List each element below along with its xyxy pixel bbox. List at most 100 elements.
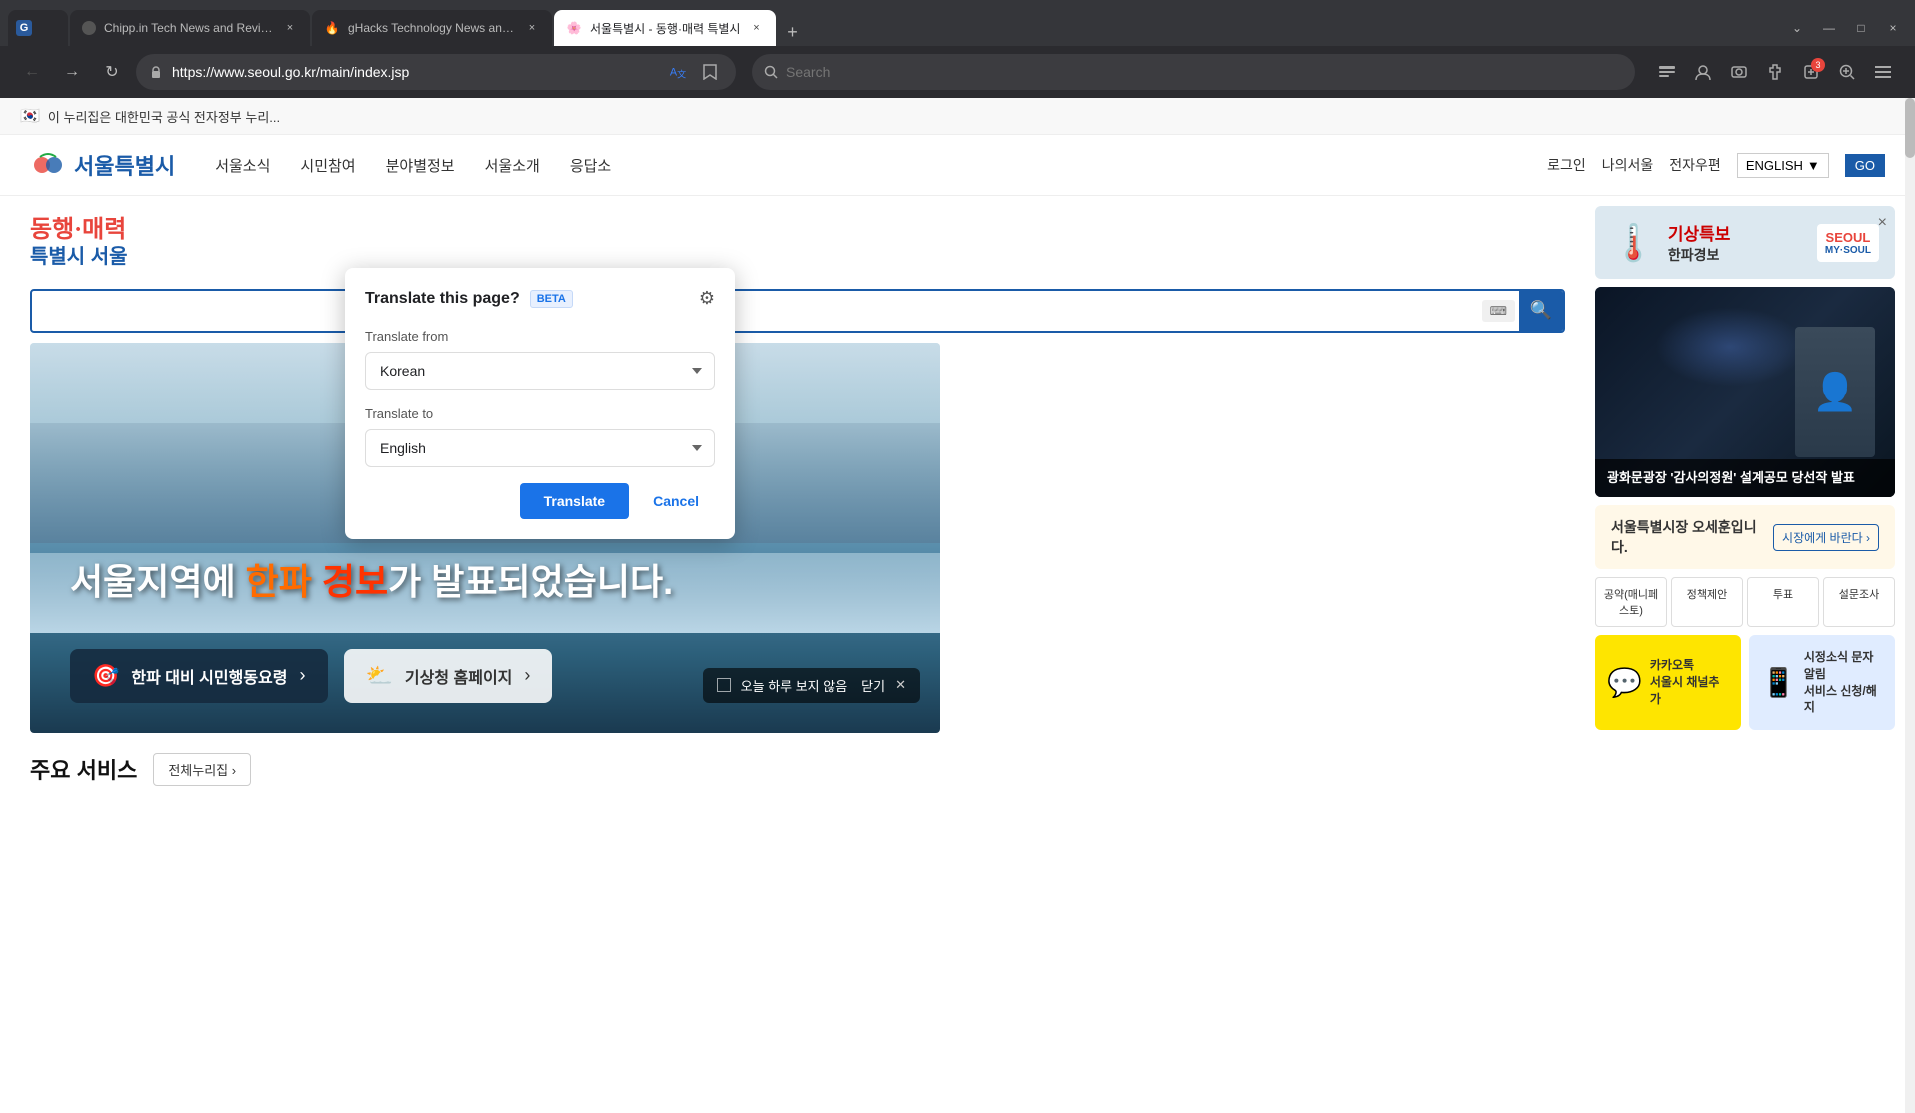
weather-subtitle: 한파경보 xyxy=(1668,245,1731,265)
tab-controls: ⌄ — □ × xyxy=(1783,14,1907,46)
back-button[interactable]: ← xyxy=(16,56,48,88)
browser-chrome: G Chipp.in Tech News and Review... × 🔥 g… xyxy=(0,0,1915,98)
translate-popup: Translate this page? BETA ⚙ Translate fr… xyxy=(345,268,735,539)
extensions-icon[interactable] xyxy=(1759,56,1791,88)
forward-button[interactable]: → xyxy=(56,56,88,88)
main-layout: 동행·매력 특별시 서울 ⌨ 🔍 xyxy=(0,196,1915,1096)
section-link[interactable]: 전체누리집 › xyxy=(153,753,251,786)
login-btn[interactable]: 로그인 xyxy=(1547,155,1586,175)
tab-close-ghacks2[interactable]: × xyxy=(524,20,540,36)
close-checkbox[interactable] xyxy=(717,678,731,692)
tab-favicon-seoul: 🌸 xyxy=(566,20,582,36)
mayor-link[interactable]: 시장에게 바란다 › xyxy=(1773,524,1879,551)
go-button[interactable]: GO xyxy=(1845,154,1885,177)
hero-buttons: 🎯 한파 대비 시민행동요령 › ⛅ 기상청 홈페이지 › xyxy=(70,649,552,703)
tab-list-button[interactable]: ⌄ xyxy=(1783,14,1811,42)
seoul-logo-icon xyxy=(30,147,66,183)
hero-text-highlight2: 경보 xyxy=(322,561,388,602)
section-link-label: 전체누리집 › xyxy=(168,760,236,779)
hero-close-btn[interactable]: 닫기 xyxy=(861,676,885,695)
translate-button[interactable]: Translate xyxy=(520,483,629,519)
sms-text: 시정소식 문자알림 서비스 신청/해지 xyxy=(1804,649,1883,716)
kr-flag-icon: 🇰🇷 xyxy=(20,106,40,126)
to-select[interactable]: English xyxy=(365,429,715,467)
search-button[interactable]: 🔍 xyxy=(1519,291,1563,331)
translate-icon[interactable]: A 文 xyxy=(664,58,692,86)
addon-badge-icon[interactable]: 3 xyxy=(1795,56,1827,88)
hero-text-highlight1: 한파 xyxy=(246,561,312,602)
menu-icon[interactable] xyxy=(1867,56,1899,88)
close-button[interactable]: × xyxy=(1879,14,1907,42)
minimize-button[interactable]: — xyxy=(1815,14,1843,42)
page-search[interactable]: ⌨ 🔍 xyxy=(30,289,1565,333)
tab-ghacks-pinned[interactable]: G xyxy=(8,10,68,46)
cancel-button[interactable]: Cancel xyxy=(637,483,715,519)
mail-btn[interactable]: 전자우편 xyxy=(1669,155,1721,175)
beta-badge: BETA xyxy=(530,290,573,308)
hero-btn-action[interactable]: 🎯 한파 대비 시민행동요령 › xyxy=(70,649,328,703)
tab-close-chipp[interactable]: × xyxy=(282,20,298,36)
popup-title-text: Translate this page? xyxy=(365,290,520,308)
policy-btn-vote[interactable]: 투표 xyxy=(1747,577,1819,627)
maximize-button[interactable]: □ xyxy=(1847,14,1875,42)
tab-seoul[interactable]: 🌸 서울특별시 - 동행·매력 특별시 × xyxy=(554,10,776,46)
site-header: 서울특별시 서울소식 시민참여 분야별정보 서울소개 응답소 로그인 나의서울 … xyxy=(0,135,1915,196)
tab-favicon-chipp xyxy=(82,21,96,35)
policy-btn-survey[interactable]: 설문조사 xyxy=(1823,577,1895,627)
account-icon[interactable] xyxy=(1687,56,1719,88)
search-bar[interactable] xyxy=(752,54,1635,90)
hero-btn-weather[interactable]: ⛅ 기상청 홈페이지 › xyxy=(344,649,553,703)
header-right: 로그인 나의서울 전자우편 ENGLISH ▼ GO xyxy=(1547,153,1885,178)
bottom-section: 주요 서비스 전체누리집 › xyxy=(0,733,1595,822)
scrollbar[interactable] xyxy=(1905,98,1915,1113)
from-select[interactable]: Korean xyxy=(365,352,715,390)
weather-info: 기상특보 한파경보 xyxy=(1668,220,1731,265)
page-search-input[interactable] xyxy=(32,303,1478,319)
reload-button[interactable]: ↻ xyxy=(96,56,128,88)
nav-item-response[interactable]: 응답소 xyxy=(570,155,611,176)
nav-item-2[interactable]: 시민참여 xyxy=(300,155,355,176)
weather-card: × 🌡️ 기상특보 한파경보 SEOUL MY·SOUL xyxy=(1595,206,1895,279)
policy-btn-proposal[interactable]: 정책제안 xyxy=(1671,577,1743,627)
hero-btn-weather-arrow: › xyxy=(524,665,530,686)
url-bar[interactable]: https://www.seoul.go.kr/main/index.jsp A… xyxy=(136,54,736,90)
scrollbar-thumb[interactable] xyxy=(1905,98,1915,158)
url-bar-actions: A 文 xyxy=(664,58,724,86)
nav-item-news[interactable]: 서울소식 xyxy=(215,155,270,176)
lang-chevron-icon: ▼ xyxy=(1807,158,1820,173)
gear-icon[interactable]: ⚙ xyxy=(699,288,715,309)
tab-chipp[interactable]: Chipp.in Tech News and Review... × xyxy=(70,10,310,46)
bookmarks-icon[interactable] xyxy=(1651,56,1683,88)
weather-close-btn[interactable]: × xyxy=(1878,214,1887,232)
policy-btn-manifesto[interactable]: 공약(매니페스토) xyxy=(1595,577,1667,627)
kakao-card[interactable]: 💬 카카오톡 서울시 채널추가 xyxy=(1595,635,1741,730)
search-input[interactable] xyxy=(786,64,1623,80)
weather-icon: 🌡️ xyxy=(1611,222,1656,264)
hero-close-x-icon[interactable]: ✕ xyxy=(895,677,906,693)
notification-text: 이 누리집은 대한민국 공식 전자정부 누리... xyxy=(48,107,280,126)
from-select-wrapper: Korean xyxy=(365,352,715,406)
svg-text:文: 文 xyxy=(677,68,686,79)
page-content: 🇰🇷 이 누리집은 대한민국 공식 전자정부 누리... 서울특별시 서울소식 … xyxy=(0,98,1915,1113)
my-seoul-btn[interactable]: 나의서울 xyxy=(1602,155,1654,175)
nav-item-3[interactable]: 분야별정보 xyxy=(386,155,455,176)
url-text: https://www.seoul.go.kr/main/index.jsp xyxy=(172,64,656,80)
screenshot-icon[interactable] xyxy=(1723,56,1755,88)
left-content: 동행·매력 특별시 서울 ⌨ 🔍 xyxy=(0,196,1595,1096)
nav-item-4[interactable]: 서울소개 xyxy=(485,155,540,176)
sms-card[interactable]: 📱 시정소식 문자알림 서비스 신청/해지 xyxy=(1749,635,1895,730)
policy-row: 공약(매니페스토) 정책제안 투표 설문조사 xyxy=(1595,577,1895,627)
zoom-icon[interactable] xyxy=(1831,56,1863,88)
hero-text-part1: 서울지역에 xyxy=(70,561,246,602)
site-logo-text: 서울특별시 xyxy=(74,149,175,181)
keyboard-icon[interactable]: ⌨ xyxy=(1482,300,1515,322)
kakao-line2: 서울시 채널추가 xyxy=(1650,674,1729,708)
tab-ghacks2[interactable]: 🔥 gHacks Technology News and A... × xyxy=(312,10,552,46)
tab-close-seoul[interactable]: × xyxy=(748,20,764,36)
lang-select[interactable]: ENGLISH ▼ xyxy=(1737,153,1829,178)
new-tab-button[interactable]: + xyxy=(778,18,806,46)
to-label: Translate to xyxy=(365,406,715,421)
tab-label-ghacks2: gHacks Technology News and A... xyxy=(348,21,516,35)
bookmark-icon[interactable] xyxy=(696,58,724,86)
address-bar: ← → ↻ https://www.seoul.go.kr/main/index… xyxy=(0,46,1915,98)
